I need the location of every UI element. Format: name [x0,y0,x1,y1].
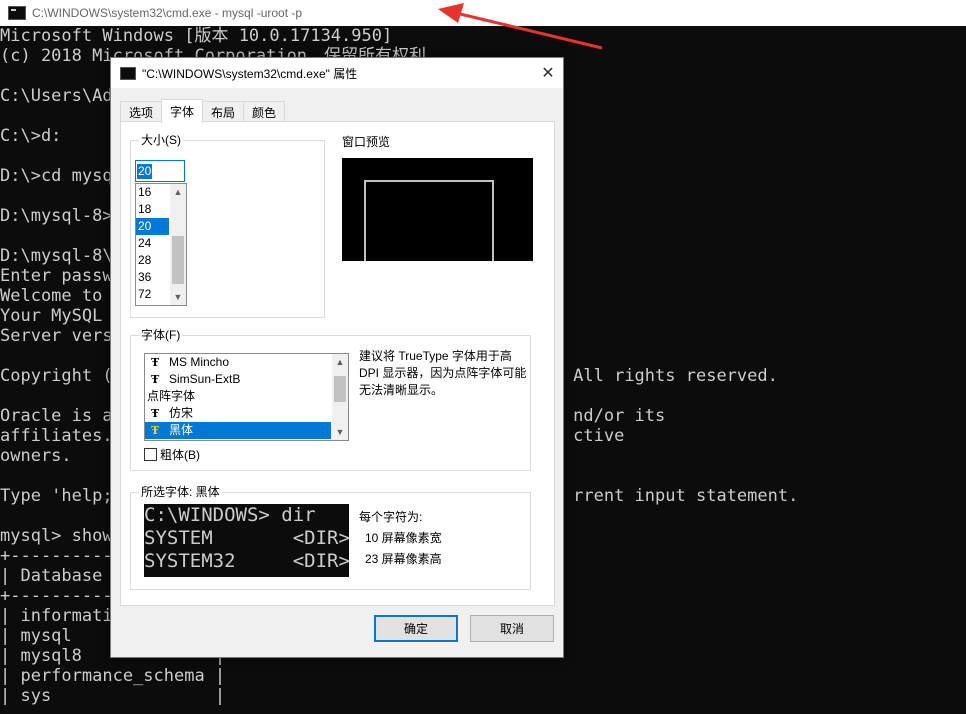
sample-line: C:\WINDOWS> dir [144,504,316,526]
ok-button[interactable]: 确定 [374,615,458,642]
font-sample: C:\WINDOWS> dir SYSTEM <DIR> SYSTEM32 <DIR… [144,504,349,577]
sample-line: SYSTEM32 <DIR> [144,550,349,572]
font-item-label: SimSun-ExtB [169,372,241,386]
bold-label: 粗体(B) [160,448,200,462]
scroll-thumb[interactable] [172,236,184,284]
size-item[interactable]: 16 [136,184,169,201]
preview-window-frame [364,180,494,261]
console-line: | performance_schema | [0,666,226,686]
truetype-font-icon: Ŧ [151,407,160,420]
preview-label: 窗口预览 [342,135,391,149]
tab-0[interactable]: 选项 [120,101,163,122]
size-list-scrollbar[interactable]: ▲ ▼ [170,184,186,305]
dialog-title: "C:\WINDOWS\system32\cmd.exe" 属性 [142,66,358,81]
font-group-label: 字体(F) [139,328,183,342]
console-line: | sys | [0,686,226,706]
size-item[interactable]: 72 [136,286,169,303]
properties-dialog: "C:\WINDOWS\system32\cmd.exe" 属性 ✕ 选项 字体布… [110,57,564,658]
size-item[interactable]: 24 [136,235,169,252]
font-item[interactable]: Ŧ MS Mincho [145,354,331,371]
chevron-up-icon[interactable]: ▲ [332,354,348,370]
truetype-font-icon: Ŧ [151,424,160,437]
font-item-label: 点阵字体 [147,389,196,403]
chevron-down-icon[interactable]: ▼ [170,289,186,305]
size-input-value: 20 [137,163,153,179]
tab-3[interactable]: 颜色 [243,101,286,122]
char-width: 10 屏幕像素宽 [365,531,442,545]
cmd-icon [8,6,26,20]
cancel-button[interactable]: 取消 [470,615,554,642]
font-item[interactable]: Ŧ SimSun-ExtB [145,371,331,388]
font-item-label: MS Mincho [169,355,230,369]
tab-strip: 选项 字体 布局 颜色 [120,99,286,123]
tab-2[interactable]: 布局 [202,101,245,122]
truetype-hint: 建议将 TrueType 字体用于高 DPI 显示器，因为点阵字体可能无法清晰显… [359,349,527,397]
font-item[interactable]: 点阵字体 [145,388,331,405]
font-item[interactable]: Ŧ 仿宋 [145,405,331,422]
font-item[interactable]: Ŧ 黑体 [145,422,331,439]
size-item[interactable]: 20 [136,218,169,235]
scroll-thumb[interactable] [334,376,346,402]
tab-1[interactable]: 字体 [161,99,204,123]
size-group-label: 大小(S) [139,133,183,147]
close-icon[interactable]: ✕ [533,58,563,88]
window-preview [342,158,533,261]
console-title: C:\WINDOWS\system32\cmd.exe - mysql -uro… [32,6,303,20]
font-item-label: 黑体 [169,423,194,437]
char-size-info: 每个字符为: 10 屏幕像素宽 23 屏幕像素高 [359,507,442,570]
chevron-down-icon[interactable]: ▼ [332,424,348,440]
sample-line: SYSTEM <DIR> [144,527,349,549]
size-list[interactable]: 16 18 20 24 28 36 72 ▲ ▼ [135,183,187,306]
charinfo-label: 每个字符为: [359,510,423,524]
size-item[interactable]: 28 [136,252,169,269]
chevron-up-icon[interactable]: ▲ [170,184,186,200]
font-list[interactable]: Ŧ MS Mincho Ŧ SimSun-ExtB 点阵字体 Ŧ 仿宋 Ŧ 黑体 ▲ ▼ [144,353,349,441]
char-height: 23 屏幕像素高 [365,552,442,566]
dialog-titlebar[interactable]: "C:\WINDOWS\system32\cmd.exe" 属性 ✕ [111,58,563,88]
cmd-icon [120,66,136,80]
checkbox-box[interactable] [144,448,157,461]
font-item-label: 仿宋 [169,406,194,420]
red-arrow-icon [438,3,603,50]
size-item[interactable]: 36 [136,269,169,286]
bold-checkbox[interactable]: 粗体(B) [144,446,200,463]
size-input[interactable]: 20 [135,160,185,182]
truetype-font-icon: Ŧ [151,373,160,386]
font-list-scrollbar[interactable]: ▲ ▼ [332,354,348,440]
truetype-font-icon: Ŧ [151,356,160,369]
size-item[interactable]: 18 [136,201,169,218]
selected-font-label: 所选字体: 黑体 [139,485,222,499]
